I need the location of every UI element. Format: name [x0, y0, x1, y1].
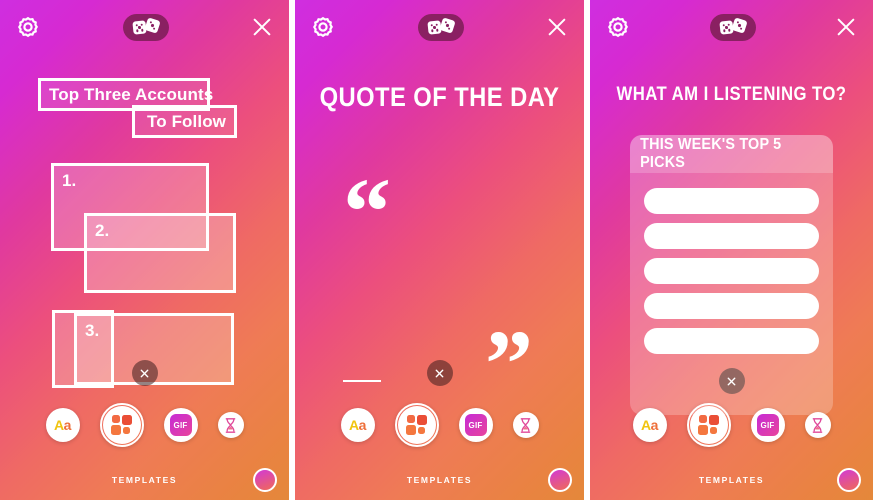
- toolbar-label-1: TEMPLATES: [111, 475, 178, 485]
- hourglass-icon: [812, 417, 823, 433]
- avatar[interactable]: [548, 468, 572, 492]
- dismiss-template-button-1[interactable]: [131, 360, 158, 386]
- templates-grid-icon: [110, 415, 133, 435]
- templates-grid-icon: [405, 415, 428, 435]
- story-template-panel-3[interactable]: WHAT AM I LISTENING TO? THIS WEEK'S TOP …: [590, 0, 873, 500]
- avatar[interactable]: [253, 468, 277, 492]
- dismiss-template-button-3[interactable]: [718, 368, 745, 394]
- list-item[interactable]: [644, 258, 819, 284]
- timer-tool-button[interactable]: [804, 412, 831, 438]
- dice-shuffle-icon[interactable]: [122, 13, 169, 41]
- gif-tool-button[interactable]: GIF: [750, 408, 785, 442]
- templates-tool-button[interactable]: [394, 403, 439, 447]
- list-item[interactable]: [644, 223, 819, 249]
- panel-1-toolbar: Aa GIF TEMPLATES: [0, 395, 289, 500]
- settings-gear-icon[interactable]: [311, 15, 335, 39]
- close-icon[interactable]: [835, 16, 857, 38]
- entry-box-2[interactable]: 2.: [84, 213, 236, 293]
- dice-shuffle-icon[interactable]: [709, 13, 756, 41]
- panel-2-top-bar: [295, 0, 584, 54]
- entry-number-2: 2.: [95, 221, 110, 240]
- quote-attribution-rule: [343, 380, 381, 382]
- aa-icon: Aa: [349, 417, 366, 433]
- top-picks-card-title: THIS WEEK'S TOP 5 PICKS: [640, 136, 782, 171]
- headline-box-line-2[interactable]: To Follow: [132, 105, 248, 149]
- list-item[interactable]: [644, 328, 819, 354]
- dismiss-template-button-2[interactable]: [426, 360, 453, 386]
- gif-icon: GIF: [464, 414, 487, 436]
- story-template-panel-1[interactable]: Top Three Accounts To Follow 1. 2. 3. Aa: [0, 0, 289, 500]
- quote-title[interactable]: QUOTE OF THE DAY: [312, 82, 566, 113]
- timer-tool-button[interactable]: [512, 412, 539, 438]
- list-item[interactable]: [644, 188, 819, 214]
- toolbar-label-2: TEMPLATES: [406, 475, 473, 485]
- text-tool-button[interactable]: Aa: [632, 408, 667, 442]
- avatar[interactable]: [837, 468, 861, 492]
- hourglass-icon: [225, 417, 236, 433]
- text-tool-button[interactable]: Aa: [45, 408, 80, 442]
- quote-close-mark: ”: [485, 310, 533, 417]
- templates-grid-icon: [697, 415, 720, 435]
- panel-3-toolbar: Aa GIF TEMPLATES: [590, 395, 873, 500]
- templates-tool-button[interactable]: [686, 403, 731, 447]
- top-picks-rows: [630, 173, 833, 354]
- text-tool-button[interactable]: Aa: [340, 408, 375, 442]
- hourglass-icon: [520, 417, 531, 433]
- tool-row-3: Aa GIF: [590, 395, 873, 455]
- close-icon[interactable]: [546, 16, 568, 38]
- gif-icon: GIF: [756, 414, 779, 436]
- aa-icon: Aa: [54, 417, 71, 433]
- tool-row-2: Aa GIF: [295, 395, 584, 455]
- list-item[interactable]: [644, 293, 819, 319]
- close-x-icon: [140, 369, 149, 377]
- timer-tool-button[interactable]: [217, 412, 244, 438]
- dice-shuffle-icon[interactable]: [417, 13, 464, 41]
- top-picks-card-header[interactable]: THIS WEEK'S TOP 5 PICKS: [630, 135, 833, 173]
- panel-2-toolbar: Aa GIF TEMPLATES: [295, 395, 584, 500]
- listening-title[interactable]: WHAT AM I LISTENING TO?: [607, 84, 856, 106]
- panel-3-top-bar: [590, 0, 873, 54]
- entry-number-3: 3.: [85, 321, 100, 340]
- entry-number-1: 1.: [62, 171, 77, 190]
- panel-1-top-bar: [0, 0, 289, 54]
- story-template-panel-2[interactable]: QUOTE OF THE DAY “ ” Aa GIF TEMPLATES: [295, 0, 584, 500]
- close-x-icon: [435, 369, 444, 377]
- toolbar-label-3: TEMPLATES: [698, 475, 765, 485]
- close-x-icon: [727, 377, 736, 385]
- aa-icon: Aa: [641, 417, 658, 433]
- gif-tool-button[interactable]: GIF: [458, 408, 493, 442]
- gif-icon: GIF: [169, 414, 192, 436]
- settings-gear-icon[interactable]: [16, 15, 40, 39]
- settings-gear-icon[interactable]: [606, 15, 630, 39]
- close-icon[interactable]: [251, 16, 273, 38]
- templates-tool-button[interactable]: [99, 403, 144, 447]
- quote-open-mark: “: [343, 158, 391, 265]
- templates-gallery: Top Three Accounts To Follow 1. 2. 3. Aa: [0, 0, 883, 500]
- gif-tool-button[interactable]: GIF: [163, 408, 198, 442]
- tool-row-1: Aa GIF: [0, 395, 289, 455]
